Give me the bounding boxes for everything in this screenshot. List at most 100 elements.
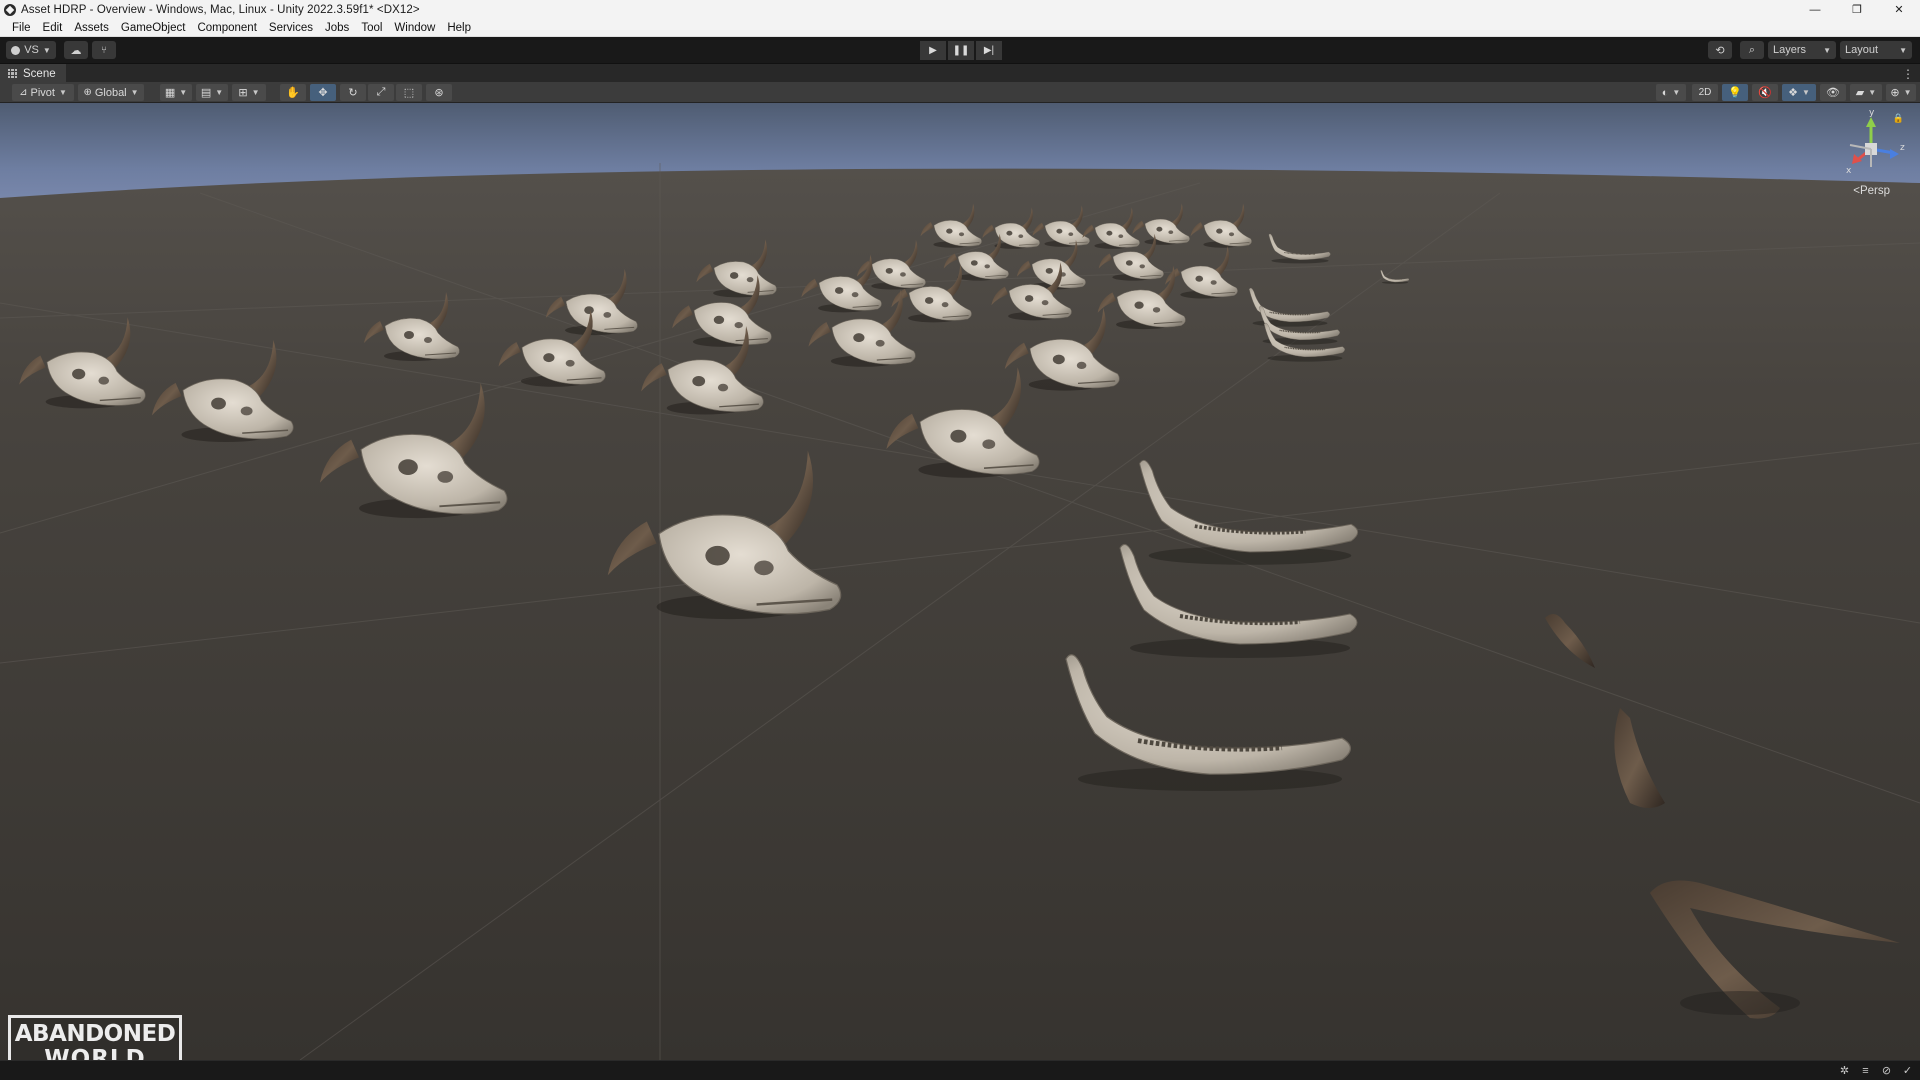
search-button[interactable]: ⌕ <box>1740 41 1764 59</box>
light-bulb-icon: 💡 <box>1728 87 1742 99</box>
audio-toggle-button[interactable]: 🔇 <box>1752 84 1778 101</box>
move-tool-button[interactable]: ✥ <box>310 84 336 101</box>
gizmo-y-label: y <box>1869 109 1875 118</box>
menu-window[interactable]: Window <box>388 19 441 37</box>
increment-snap-dropdown[interactable]: ⊞ ▼ <box>232 84 266 101</box>
step-button[interactable]: ▶| <box>976 41 1002 60</box>
unity-logo-icon <box>4 3 16 16</box>
chevron-down-icon: ▼ <box>58 88 67 97</box>
step-icon: ▶| <box>983 45 995 56</box>
menu-tool[interactable]: Tool <box>355 19 388 37</box>
transform-icon: ⊛ <box>434 87 444 99</box>
menu-bar: File Edit Assets GameObject Component Se… <box>0 19 1920 37</box>
2d-mode-button[interactable]: 2D <box>1692 84 1718 101</box>
scene-render <box>0 103 1920 1060</box>
pause-icon: ❚❚ <box>952 45 970 56</box>
window-title-bar: Asset HDRP - Overview - Windows, Mac, Li… <box>0 0 1920 19</box>
grid-visibility-dropdown[interactable]: ▤ ▼ <box>196 84 228 101</box>
projection-label: Persp <box>1859 185 1890 197</box>
version-control-icon: ⑂ <box>101 44 107 56</box>
scene-viewport[interactable]: y z x 🔒 <Persp ABANDONED WORLD <box>0 103 1920 1060</box>
rect-tool-button[interactable]: ⬚ <box>396 84 422 101</box>
search-icon: ⌕ <box>1748 43 1756 56</box>
menu-gameobject[interactable]: GameObject <box>115 19 192 37</box>
globe-icon: ⊕ <box>83 87 92 98</box>
play-button[interactable]: ▶ <box>920 41 946 60</box>
account-icon <box>11 45 21 55</box>
lighting-toggle-button[interactable]: 💡 <box>1722 84 1748 101</box>
menu-help[interactable]: Help <box>441 19 477 37</box>
menu-assets[interactable]: Assets <box>68 19 115 37</box>
check-icon[interactable]: ✓ <box>1901 1064 1914 1077</box>
scene-grid-icon <box>8 69 17 78</box>
window-title: Asset HDRP - Overview - Windows, Mac, Li… <box>21 3 420 16</box>
pivot-label: Pivot <box>30 86 55 99</box>
projection-toggle[interactable]: <Persp <box>1853 185 1890 197</box>
cloud-button[interactable]: ☁ <box>64 41 88 59</box>
hand-icon: ✋ <box>286 87 300 99</box>
grid-snapping-dropdown[interactable]: ▦ ▼ <box>160 84 192 101</box>
gizmos-icon: ⊕ <box>1890 87 1900 99</box>
transform-tool-button[interactable]: ⊛ <box>426 84 452 101</box>
grid-snap-icon: ▦ <box>164 87 176 99</box>
scene-tab-bar: Scene ⋮ <box>0 63 1920 83</box>
menu-services[interactable]: Services <box>263 19 319 37</box>
gizmo-x-label: x <box>1846 166 1852 176</box>
window-controls: — ❐ ✕ <box>1794 0 1920 19</box>
restore-button[interactable]: ❐ <box>1836 0 1878 19</box>
camera-settings-dropdown[interactable]: ▰ ▼ <box>1850 84 1882 101</box>
chevron-down-icon: ▼ <box>1801 88 1810 97</box>
close-button[interactable]: ✕ <box>1878 0 1920 19</box>
chevron-down-icon: ▼ <box>130 88 139 97</box>
layout-dropdown[interactable]: Layout ▼ <box>1840 41 1912 59</box>
chevron-down-icon: ▼ <box>1823 45 1831 55</box>
chevron-left-icon: < <box>1853 185 1860 197</box>
stack-icon[interactable]: ≡ <box>1859 1064 1872 1077</box>
2d-label: 2D <box>1698 87 1712 98</box>
layout-label: Layout <box>1845 44 1879 56</box>
chevron-down-icon: ▼ <box>1672 88 1681 97</box>
chevron-down-icon: ▼ <box>179 88 188 97</box>
chevron-down-icon: ▼ <box>1899 45 1907 55</box>
camera-icon: ▰ <box>1855 87 1865 99</box>
minimize-button[interactable]: — <box>1794 0 1836 19</box>
undo-history-button[interactable]: ⟲ <box>1708 41 1732 59</box>
menu-file[interactable]: File <box>6 19 37 37</box>
menu-edit[interactable]: Edit <box>37 19 69 37</box>
logo-line-2: WORLD <box>44 1046 146 1061</box>
speaker-icon: 🔇 <box>1758 87 1772 99</box>
draw-mode-dropdown[interactable]: ◐ ▼ <box>1656 84 1686 101</box>
pivot-dropdown[interactable]: ⊿ Pivot ▼ <box>12 84 74 101</box>
gizmos-dropdown[interactable]: ⊕ ▼ <box>1886 84 1916 101</box>
debug-icon[interactable]: ✲ <box>1838 1064 1851 1077</box>
pivot-icon: ⊿ <box>19 87 28 98</box>
more-options-icon[interactable]: ⋮ <box>1902 67 1914 81</box>
menu-jobs[interactable]: Jobs <box>319 19 355 37</box>
rect-icon: ⬚ <box>403 87 415 99</box>
menu-component[interactable]: Component <box>191 19 262 37</box>
rotate-tool-button[interactable]: ↻ <box>340 84 366 101</box>
chevron-down-icon: ▼ <box>251 88 260 97</box>
layers-dropdown[interactable]: Layers ▼ <box>1768 41 1836 59</box>
status-icons: ✲ ≡ ⊘ ✓ <box>1838 1064 1914 1078</box>
global-dropdown[interactable]: ⊕ Global ▼ <box>78 84 144 101</box>
chevron-down-icon: ▼ <box>1903 88 1912 97</box>
scene-visibility-toggle[interactable]: 👁 <box>1820 84 1846 101</box>
scale-tool-button[interactable]: ⤢ <box>368 84 394 101</box>
effects-dropdown[interactable]: ❖ ▼ <box>1782 84 1816 101</box>
network-icon[interactable]: ⊘ <box>1880 1064 1893 1077</box>
account-dropdown[interactable]: VS ▼ <box>6 41 56 59</box>
main-toolbar: VS ▼ ☁ ⑂ ▶ ❚❚ ▶| ⟲ ⌕ Layers ▼ Layout ▼ <box>0 37 1920 63</box>
tab-scene[interactable]: Scene <box>0 64 66 83</box>
pause-button[interactable]: ❚❚ <box>948 41 974 60</box>
eye-hidden-icon: 👁 <box>1826 87 1840 99</box>
history-icon: ⟲ <box>1715 44 1725 57</box>
collab-button[interactable]: ⑂ <box>92 41 116 59</box>
hand-tool-button[interactable]: ✋ <box>280 84 306 101</box>
global-label: Global <box>94 86 127 99</box>
layers-label: Layers <box>1773 44 1807 56</box>
gizmo-lock-icon[interactable]: 🔒 <box>1893 113 1904 124</box>
shading-mode-icon: ◐ <box>1661 86 1669 99</box>
abandoned-world-logo: ABANDONED WORLD <box>8 1015 182 1060</box>
chevron-down-icon: ▼ <box>42 45 51 55</box>
